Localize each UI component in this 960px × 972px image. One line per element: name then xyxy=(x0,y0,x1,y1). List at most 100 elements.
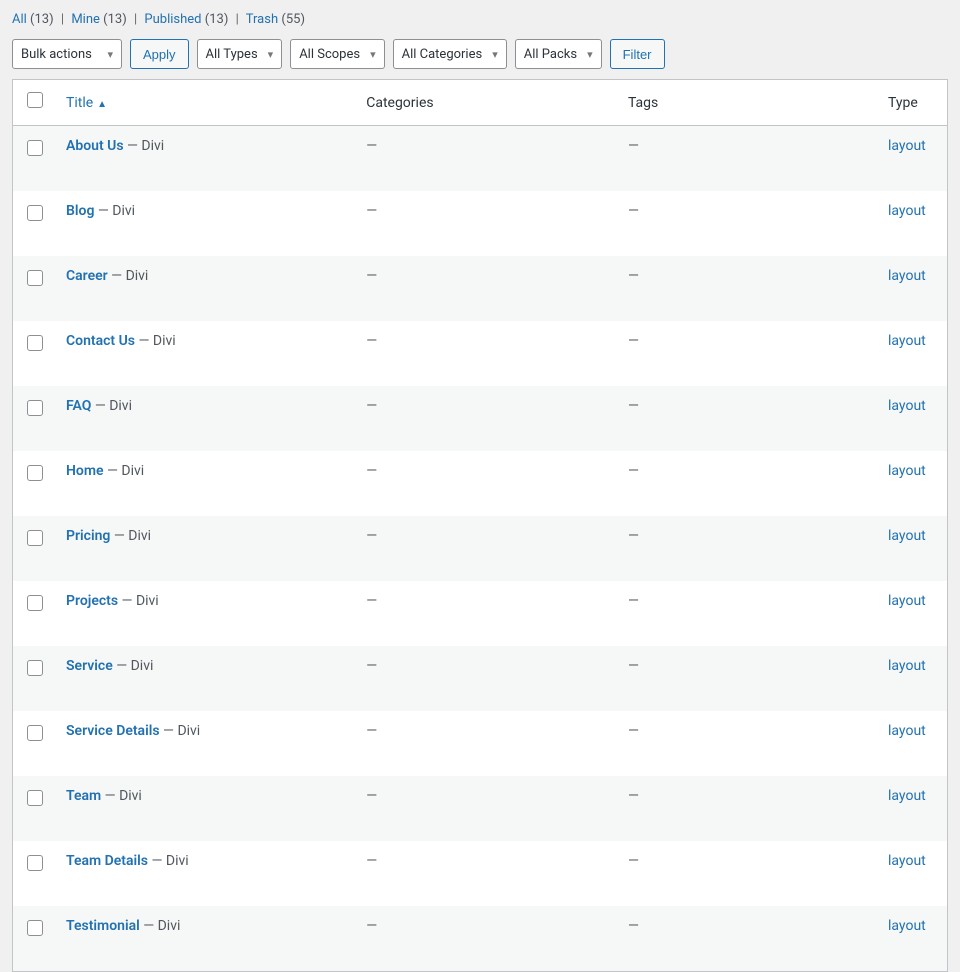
filter-trash[interactable]: Trash xyxy=(246,12,278,27)
row-title-suffix: — Divi xyxy=(135,333,176,349)
row-title-suffix: — Divi xyxy=(118,593,159,609)
row-checkbox[interactable] xyxy=(27,270,43,286)
row-type-link[interactable]: layout xyxy=(888,398,926,414)
select-all-checkbox[interactable] xyxy=(27,92,43,108)
row-checkbox[interactable] xyxy=(27,855,43,871)
sort-asc-icon: ▲ xyxy=(97,99,107,110)
row-title-link[interactable]: Team xyxy=(66,788,101,804)
table-row: About Us — Divi —— layout xyxy=(13,126,948,192)
table-row: Testimonial — Divi——layout xyxy=(13,906,948,972)
row-tags: — xyxy=(618,516,878,581)
row-checkbox[interactable] xyxy=(27,660,43,676)
row-categories: — xyxy=(356,451,618,516)
row-title-link[interactable]: About Us xyxy=(66,138,124,154)
row-tags: — xyxy=(618,451,878,516)
row-title-suffix: — Divi xyxy=(91,398,132,414)
row-type-link[interactable]: layout xyxy=(888,788,926,804)
row-title-suffix: — Divi xyxy=(108,268,149,284)
row-categories: — xyxy=(356,126,618,192)
row-title-link[interactable]: Home xyxy=(66,463,104,479)
row-title-suffix: — Divi xyxy=(110,528,151,544)
all-types-select[interactable]: All Types ▾ xyxy=(197,39,283,69)
filter-published-count: (13) xyxy=(205,12,229,27)
table-row: Career — Divi——layout xyxy=(13,256,948,321)
row-title-link[interactable]: FAQ xyxy=(66,398,91,414)
filter-mine[interactable]: Mine xyxy=(71,12,100,27)
table-row: Team — Divi —— layout xyxy=(13,776,948,841)
filter-all[interactable]: All xyxy=(12,12,27,27)
row-title-link[interactable]: Projects xyxy=(66,593,118,609)
row-title-suffix: — Divi xyxy=(124,138,165,154)
row-title-link[interactable]: Testimonial xyxy=(66,918,140,934)
row-tags: — xyxy=(618,386,878,451)
row-title-link[interactable]: Service Details xyxy=(66,723,160,739)
row-tags: — xyxy=(618,126,878,192)
row-type-link[interactable]: layout xyxy=(888,593,926,609)
row-type-link[interactable]: layout xyxy=(888,333,926,349)
table-row: Blog — Divi——layout xyxy=(13,191,948,256)
row-categories: — xyxy=(356,581,618,646)
bulk-actions-select[interactable]: Bulk actions ▾ xyxy=(12,39,122,69)
filter-button[interactable]: Filter xyxy=(610,39,665,69)
row-categories: — xyxy=(356,256,618,321)
row-checkbox[interactable] xyxy=(27,140,43,156)
row-type-link[interactable]: layout xyxy=(888,528,926,544)
row-categories: — xyxy=(356,321,618,386)
row-checkbox[interactable] xyxy=(27,335,43,351)
table-row: Pricing — Divi —— layout xyxy=(13,516,948,581)
row-checkbox[interactable] xyxy=(27,530,43,546)
row-title-link[interactable]: Blog xyxy=(66,203,94,219)
all-categories-select[interactable]: All Categories ▾ xyxy=(393,39,507,69)
row-type-link[interactable]: layout xyxy=(888,723,926,739)
filter-published[interactable]: Published xyxy=(144,12,201,27)
row-checkbox[interactable] xyxy=(27,400,43,416)
all-packs-select[interactable]: All Packs ▾ xyxy=(515,39,602,69)
row-checkbox[interactable] xyxy=(27,790,43,806)
apply-button[interactable]: Apply xyxy=(130,39,189,69)
row-tags: — xyxy=(618,646,878,711)
row-title-suffix: — Divi xyxy=(104,463,145,479)
row-title-link[interactable]: Service xyxy=(66,658,113,674)
column-title[interactable]: Title▲ xyxy=(56,80,356,126)
row-title-suffix: — Divi xyxy=(140,918,181,934)
row-categories: — xyxy=(356,711,618,776)
row-categories: — xyxy=(356,841,618,906)
tablenav-top: Bulk actions ▾ Apply All Types ▾ All Sco… xyxy=(12,39,948,69)
row-type-link[interactable]: layout xyxy=(888,658,926,674)
column-tags: Tags xyxy=(618,80,878,126)
row-checkbox[interactable] xyxy=(27,595,43,611)
chevron-down-icon: ▾ xyxy=(587,48,593,61)
filter-all-count: (13) xyxy=(30,12,54,27)
row-tags: — xyxy=(618,711,878,776)
row-type-link[interactable]: layout xyxy=(888,918,926,934)
status-filter-bar: All (13) | Mine (13) | Published (13) | … xyxy=(12,12,948,27)
table-row: FAQ — Divi —— layout xyxy=(13,386,948,451)
row-title-suffix: — Divi xyxy=(101,788,142,804)
row-categories: — xyxy=(356,516,618,581)
row-categories: — xyxy=(356,386,618,451)
column-categories: Categories xyxy=(356,80,618,126)
table-row: Home — Divi —— layout xyxy=(13,451,948,516)
row-checkbox[interactable] xyxy=(27,725,43,741)
all-scopes-select[interactable]: All Scopes ▾ xyxy=(290,39,384,69)
chevron-down-icon: ▾ xyxy=(107,48,113,61)
row-title-link[interactable]: Team Details xyxy=(66,853,148,869)
row-checkbox[interactable] xyxy=(27,465,43,481)
layouts-table: Title▲ Categories Tags Type About Us — D… xyxy=(12,79,948,972)
row-checkbox[interactable] xyxy=(27,920,43,936)
row-categories: — xyxy=(356,776,618,841)
filter-trash-count: (55) xyxy=(281,12,305,27)
row-tags: — xyxy=(618,776,878,841)
row-type-link[interactable]: layout xyxy=(888,203,926,219)
row-type-link[interactable]: layout xyxy=(888,268,926,284)
row-title-link[interactable]: Contact Us xyxy=(66,333,135,349)
table-row: Team Details — Divi——layout xyxy=(13,841,948,906)
row-type-link[interactable]: layout xyxy=(888,463,926,479)
row-categories: — xyxy=(356,906,618,972)
row-title-link[interactable]: Pricing xyxy=(66,528,110,544)
row-checkbox[interactable] xyxy=(27,205,43,221)
row-tags: — xyxy=(618,321,878,386)
row-type-link[interactable]: layout xyxy=(888,138,926,154)
row-title-link[interactable]: Career xyxy=(66,268,108,284)
row-type-link[interactable]: layout xyxy=(888,853,926,869)
